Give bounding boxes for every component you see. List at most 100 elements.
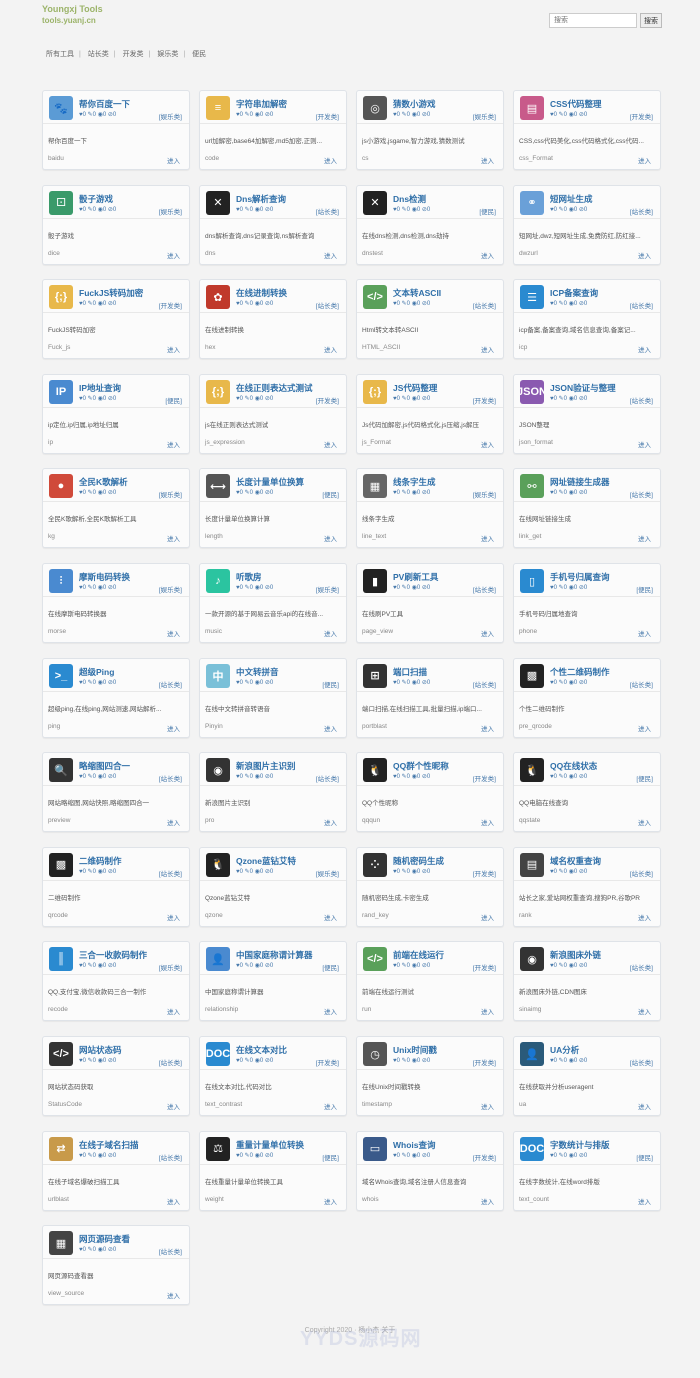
tool-card[interactable]: ⚭ 短网址生成 ♥0 ✎0 ◉0 ⊘0 [站长类] 短网址,dwz,短网址生成,免费防红…	[513, 184, 661, 265]
enter-link[interactable]: 进入	[324, 912, 337, 922]
tool-title[interactable]: 网站状态码	[79, 1044, 122, 1056]
tool-card[interactable]: ⊞ 端口扫描 ♥0 ✎0 ◉0 ⊘0 [站长类] 端口扫描,在线扫描工具,批量扫描,ip…	[356, 657, 504, 738]
tool-title[interactable]: 超级Ping	[79, 666, 114, 678]
search-button[interactable]: 搜索	[640, 13, 662, 28]
enter-link[interactable]: 进入	[638, 628, 651, 638]
tool-title[interactable]: 在线子域名扫描	[79, 1139, 139, 1151]
tool-card[interactable]: 👤 UA分析 ♥0 ✎0 ◉0 ⊘0 [站长类] 在线获取并分析useragent ua 进…	[513, 1036, 661, 1116]
enter-link[interactable]: 进入	[167, 723, 180, 733]
enter-link[interactable]: 进入	[481, 155, 494, 165]
tool-title[interactable]: JS代码整理	[393, 382, 437, 394]
enter-link[interactable]: 进入	[167, 628, 180, 638]
enter-link[interactable]: 进入	[481, 344, 494, 354]
tool-title[interactable]: 在线文本对比	[236, 1044, 287, 1056]
tool-title[interactable]: 二维码制作	[79, 855, 122, 867]
enter-link[interactable]: 进入	[324, 1006, 337, 1016]
enter-link[interactable]: 进入	[324, 723, 337, 733]
enter-link[interactable]: 进入	[167, 817, 180, 827]
nav-dev[interactable]: 开发类	[123, 51, 144, 58]
nav-entertainment[interactable]: 娱乐类	[157, 51, 178, 58]
enter-link[interactable]: 进入	[638, 817, 651, 827]
tool-title[interactable]: 短网址生成	[550, 193, 593, 205]
tool-card[interactable]: ⚀ 骰子游戏 ♥0 ✎0 ◉0 ⊘0 [娱乐类] 骰子游戏 dice 进入	[42, 184, 190, 265]
tool-card[interactable]: ▤ 域名权重查询 ♥0 ✎0 ◉0 ⊘0 [站长类] 站长之家,爱站网权重查询,搜狗PR…	[513, 846, 661, 927]
enter-link[interactable]: 进入	[481, 533, 494, 543]
tool-card[interactable]: ▭ Whois查询 ♥0 ✎0 ◉0 ⊘0 [开发类] 域名Whois查询,域名注册人信…	[356, 1130, 504, 1211]
tool-title[interactable]: UA分析	[550, 1044, 579, 1056]
tool-title[interactable]: QQ群个性昵称	[393, 760, 449, 772]
tool-card[interactable]: ⚯ 网址链接生成器 ♥0 ✎0 ◉0 ⊘0 [站长类] 在线网址链接生成 link_get…	[513, 468, 661, 549]
tool-card[interactable]: ⁘ 随机密码生成 ♥0 ✎0 ◉0 ⊘0 [开发类] 随机密码生成,卡密生成 rand_k…	[356, 846, 504, 927]
tool-title[interactable]: Dns解析查询	[236, 193, 286, 205]
tool-card[interactable]: ◷ Unix时间戳 ♥0 ✎0 ◉0 ⊘0 [开发类] 在线Unix时间戳转换 times…	[356, 1036, 504, 1116]
enter-link[interactable]: 进入	[324, 1196, 337, 1206]
tool-card[interactable]: 👤 中国家庭称谓计算器 ♥0 ✎0 ◉0 ⊘0 [便民] 中国家庭称谓计算器 relati…	[199, 941, 347, 1022]
tool-card[interactable]: ♪ 听歌房 ♥0 ✎0 ◉0 ⊘0 [娱乐类] 一款开源的基于网易云音乐api的在线音.…	[199, 563, 347, 643]
search-input[interactable]	[549, 13, 637, 28]
enter-link[interactable]: 进入	[481, 628, 494, 638]
tool-title[interactable]: QQ在线状态	[550, 760, 597, 772]
tool-title[interactable]: 前端在线运行	[393, 949, 444, 961]
tool-card[interactable]: ● 全民K歌解析 ♥0 ✎0 ◉0 ⊘0 [娱乐类] 全民K歌解析,全民K歌解析工具 kg…	[42, 468, 190, 549]
enter-link[interactable]: 进入	[324, 250, 337, 260]
tool-title[interactable]: 网址链接生成器	[550, 476, 610, 488]
tool-title[interactable]: 长度计量单位换算	[236, 476, 304, 488]
enter-link[interactable]: 进入	[167, 1290, 180, 1300]
tool-card[interactable]: DOC 字数统计与排版 ♥0 ✎0 ◉0 ⊘0 [便民] 在线字数统计,在线word排版…	[513, 1130, 661, 1211]
tool-title[interactable]: 新浪图床外链	[550, 949, 601, 961]
enter-link[interactable]: 进入	[167, 533, 180, 543]
tool-title[interactable]: 端口扫描	[393, 666, 427, 678]
tool-title[interactable]: 中文转拼音	[236, 666, 279, 678]
enter-link[interactable]: 进入	[638, 912, 651, 922]
enter-link[interactable]: 进入	[167, 439, 180, 449]
tool-title[interactable]: 在线进制转换	[236, 287, 287, 299]
nav-webmaster[interactable]: 站长类	[88, 51, 109, 58]
enter-link[interactable]: 进入	[324, 344, 337, 354]
tool-card[interactable]: </> 前端在线运行 ♥0 ✎0 ◉0 ⊘0 [开发类] 前端在线运行测试 run 进入	[356, 941, 504, 1022]
enter-link[interactable]: 进入	[324, 533, 337, 543]
tool-card[interactable]: 🐧 Qzone蓝钻艾特 ♥0 ✎0 ◉0 ⊘0 [娱乐类] Qzone蓝钻艾特 qzone…	[199, 846, 347, 927]
tool-card[interactable]: ▮ PV刷新工具 ♥0 ✎0 ◉0 ⊘0 [站长类] 在线刷PV工具 page_view 进…	[356, 563, 504, 643]
tool-title[interactable]: 摩斯电码转换	[79, 571, 130, 583]
tool-card[interactable]: 🐧 QQ群个性昵称 ♥0 ✎0 ◉0 ⊘0 [开发类] QQ个性昵称 qqqun 进入	[356, 752, 504, 833]
tool-card[interactable]: ◎ 猜数小游戏 ♥0 ✎0 ◉0 ⊘0 [娱乐类] js小游戏,jsgame,智力游戏,…	[356, 90, 504, 170]
tool-card[interactable]: ✿ 在线进制转换 ♥0 ✎0 ◉0 ⊘0 [站长类] 在线进制转换 hex 进入	[199, 279, 347, 360]
enter-link[interactable]: 进入	[481, 817, 494, 827]
tool-card[interactable]: </> 文本转ASCII ♥0 ✎0 ◉0 ⊘0 [站长类] Html转文本转ASCII…	[356, 279, 504, 360]
enter-link[interactable]: 进入	[638, 439, 651, 449]
nav-all[interactable]: 所有工具	[46, 51, 74, 58]
tool-card[interactable]: ✕ Dns检测 ♥0 ✎0 ◉0 ⊘0 [便民] 在线dns检测,dns检测,dns劫持…	[356, 184, 504, 265]
enter-link[interactable]: 进入	[481, 250, 494, 260]
tool-card[interactable]: ⫶ 摩斯电码转换 ♥0 ✎0 ◉0 ⊘0 [娱乐类] 在线摩斯电码转换器 morse 进入	[42, 563, 190, 643]
enter-link[interactable]: 进入	[324, 628, 337, 638]
tool-title[interactable]: PV刷新工具	[393, 571, 438, 583]
tool-card[interactable]: 🐾 帮你百度一下 ♥0 ✎0 ◉0 ⊘0 [娱乐类] 帮你百度一下 baidu 进入	[42, 90, 190, 170]
tool-title[interactable]: 字数统计与排版	[550, 1139, 610, 1151]
enter-link[interactable]: 进入	[167, 1196, 180, 1206]
enter-link[interactable]: 进入	[481, 1006, 494, 1016]
enter-link[interactable]: 进入	[638, 1101, 651, 1111]
tool-card[interactable]: ☰ ICP备案查询 ♥0 ✎0 ◉0 ⊘0 [站长类] icp备案,备案查询,域名信息查…	[513, 279, 661, 360]
tool-title[interactable]: 手机号归属查询	[550, 571, 610, 583]
tool-card[interactable]: >_ 超级Ping ♥0 ✎0 ◉0 ⊘0 [站长类] 超级ping,在线ping,网站…	[42, 657, 190, 738]
tool-title[interactable]: Whois查询	[393, 1139, 436, 1151]
tool-card[interactable]: ▩ 二维码制作 ♥0 ✎0 ◉0 ⊘0 [站长类] 二维码制作 qrcode 进入	[42, 846, 190, 927]
enter-link[interactable]: 进入	[324, 1101, 337, 1111]
tool-card[interactable]: ▩ 个性二维码制作 ♥0 ✎0 ◉0 ⊘0 [站长类] 个性二维码制作 pre_qrcod…	[513, 657, 661, 738]
tool-title[interactable]: 全民K歌解析	[79, 476, 128, 488]
tool-card[interactable]: {;} JS代码整理 ♥0 ✎0 ◉0 ⊘0 [开发类] Js代码加解密,js代码格式化…	[356, 373, 504, 454]
tool-card[interactable]: {;} FuckJS转码加密 ♥0 ✎0 ◉0 ⊘0 [开发类] FuckJS转码加密 F…	[42, 279, 190, 360]
enter-link[interactable]: 进入	[324, 817, 337, 827]
tool-card[interactable]: ⇄ 在线子域名扫描 ♥0 ✎0 ◉0 ⊘0 [站长类] 在线子域名爆破扫描工具 urlbl…	[42, 1130, 190, 1211]
tool-title[interactable]: CSS代码整理	[550, 98, 601, 110]
tool-title[interactable]: 中国家庭称谓计算器	[236, 949, 313, 961]
tool-card[interactable]: ▦ 网页源码查看 ♥0 ✎0 ◉0 ⊘0 [站长类] 网页源码查看器 view_sourc…	[42, 1225, 190, 1306]
tool-title[interactable]: 个性二维码制作	[550, 666, 610, 678]
enter-link[interactable]: 进入	[324, 155, 337, 165]
tool-title[interactable]: 在线正则表达式测试	[236, 382, 313, 394]
tool-card[interactable]: IP IP地址查询 ♥0 ✎0 ◉0 ⊘0 [便民] ip定位,ip归属,ip地址归属 i…	[42, 373, 190, 454]
tool-card[interactable]: 中中文转拼音 ♥0 ✎0 ◉0 ⊘0 [便民] 在线中文转拼音转语音 Pinyin 进入	[199, 657, 347, 738]
tool-title[interactable]: FuckJS转码加密	[79, 287, 143, 299]
enter-link[interactable]: 进入	[638, 533, 651, 543]
tool-card[interactable]: </> 网站状态码 ♥0 ✎0 ◉0 ⊘0 [站长类] 网站状态码获取 StatusCod…	[42, 1036, 190, 1116]
